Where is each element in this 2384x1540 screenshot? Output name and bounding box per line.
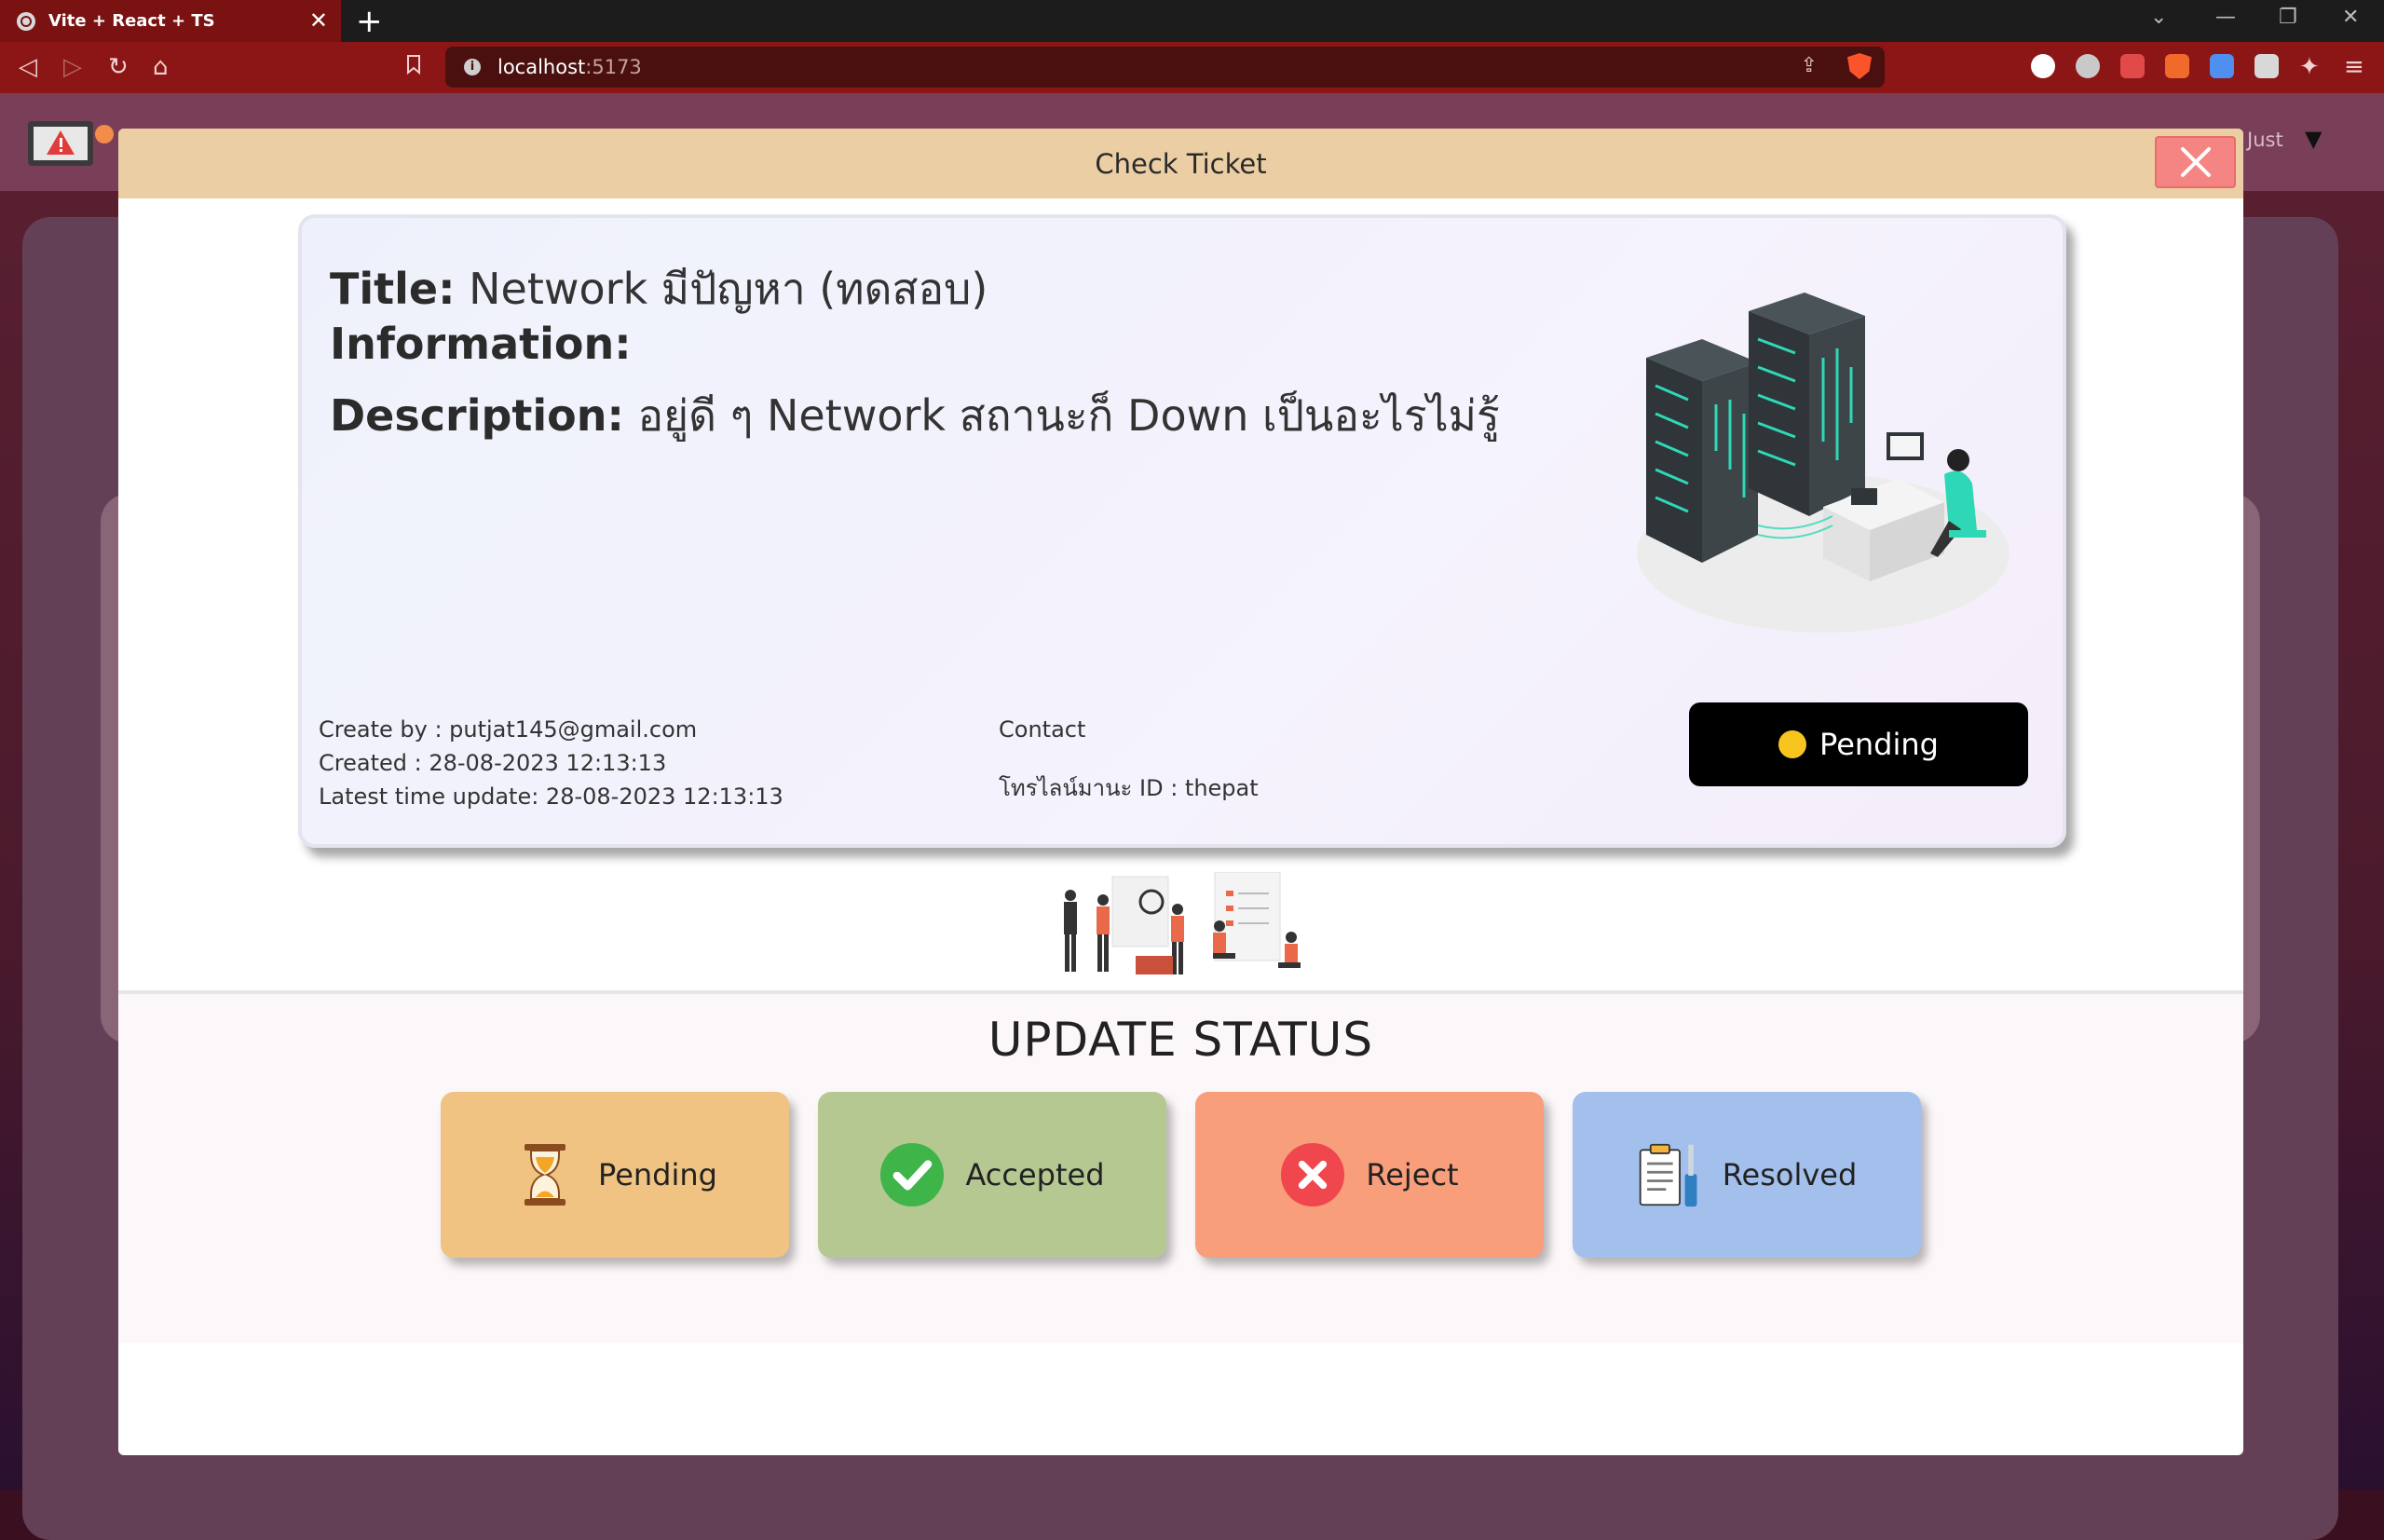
extension-speed-icon[interactable]	[2031, 54, 2055, 78]
extension-crop-icon[interactable]	[2210, 54, 2234, 78]
close-icon	[2180, 147, 2211, 177]
browser-tab[interactable]: Vite + React + TS ✕	[0, 0, 341, 42]
reject-button-label: Reject	[1366, 1157, 1459, 1192]
extension-tool-icon[interactable]	[2255, 54, 2279, 78]
bookmark-icon[interactable]	[406, 53, 421, 81]
share-icon[interactable]: ⇪	[1801, 54, 1818, 77]
tab-title: Vite + React + TS	[48, 11, 215, 31]
server-illustration	[1637, 293, 2009, 633]
clipboard-tools-icon	[1637, 1142, 1702, 1207]
new-tab-button[interactable]: +	[356, 3, 383, 40]
extensions-puzzle-icon[interactable]: ✦	[2299, 53, 2320, 81]
hourglass-icon	[512, 1142, 578, 1207]
accepted-button[interactable]: Accepted	[818, 1092, 1166, 1258]
reload-icon[interactable]: ↻	[108, 53, 129, 81]
contact-line: โทรไลน์มานะ ID : thepat	[999, 775, 1259, 801]
check-ticket-modal: Check Ticket Title: Network มีปัญหา (ทดส…	[118, 129, 2243, 1455]
restore-icon[interactable]: ❐	[2279, 6, 2297, 29]
update-status-section: UPDATE STATUS Pending Accepted Reject Re…	[118, 990, 2243, 1343]
status-badge: Pending	[1689, 702, 2028, 786]
modal-header: Check Ticket	[118, 129, 2243, 198]
modal-title: Check Ticket	[1095, 147, 1267, 180]
people-illustration	[1064, 872, 1301, 974]
extension-translate-icon[interactable]	[2165, 54, 2189, 78]
extension-red-icon[interactable]	[2120, 54, 2145, 78]
status-dot-icon	[1778, 730, 1807, 758]
latest-update: Latest time update: 28-08-2023 12:13:13	[319, 784, 783, 810]
menu-icon[interactable]: ≡	[2344, 53, 2364, 81]
created-date: Created : 28-08-2023 12:13:13	[319, 750, 667, 776]
browser-tabbar: Vite + React + TS ✕ + ⌄ — ❐ ✕	[0, 0, 2384, 42]
extension-mask-icon[interactable]	[2076, 54, 2100, 78]
browser-toolbar: ◁ ▷ ↻ ⌂ i localhost:5173 ⇪ ✦ ≡	[0, 42, 2384, 93]
window-close-icon[interactable]: ✕	[2342, 6, 2359, 29]
site-info-icon[interactable]: i	[464, 59, 481, 75]
address-bar[interactable]: i localhost:5173 ⇪	[445, 47, 1885, 88]
tab-close-icon[interactable]: ✕	[309, 7, 328, 34]
user-dropdown-icon[interactable]: ▼	[2305, 126, 2322, 152]
update-status-heading: UPDATE STATUS	[988, 1013, 1374, 1067]
created-by: Create by : putjat145@gmail.com	[319, 716, 698, 743]
close-button[interactable]	[2155, 136, 2236, 188]
url-text: localhost:5173	[497, 56, 642, 78]
ticket-card: Title: Network มีปัญหา (ทดสอบ) Informati…	[298, 214, 2066, 848]
user-name[interactable]: Just	[2247, 129, 2283, 151]
brave-shields-icon[interactable]	[1847, 53, 1872, 79]
ticket-description: Description: อยู่ดี ๆ Network สถานะก็ Do…	[330, 390, 1500, 441]
ticket-information: Information:	[330, 319, 632, 369]
resolved-button[interactable]: Resolved	[1573, 1092, 1921, 1258]
minimize-icon[interactable]: —	[2215, 6, 2236, 29]
ticket-title: Title: Network มีปัญหา (ทดสอบ)	[330, 264, 988, 314]
reject-button[interactable]: Reject	[1195, 1092, 1544, 1258]
forward-icon[interactable]: ▷	[63, 53, 82, 81]
tab-search-icon[interactable]: ⌄	[2150, 6, 2167, 29]
check-circle-icon	[879, 1142, 945, 1207]
x-circle-icon	[1280, 1142, 1345, 1207]
back-icon[interactable]: ◁	[19, 53, 37, 81]
accepted-button-label: Accepted	[965, 1157, 1105, 1192]
resolved-button-label: Resolved	[1722, 1157, 1858, 1192]
status-text: Pending	[1819, 727, 1939, 762]
contact-label: Contact	[999, 716, 1086, 743]
globe-icon	[17, 11, 35, 31]
app-logo	[28, 121, 114, 166]
pending-button[interactable]: Pending	[441, 1092, 789, 1258]
pending-button-label: Pending	[598, 1157, 717, 1192]
home-icon[interactable]: ⌂	[153, 53, 169, 81]
